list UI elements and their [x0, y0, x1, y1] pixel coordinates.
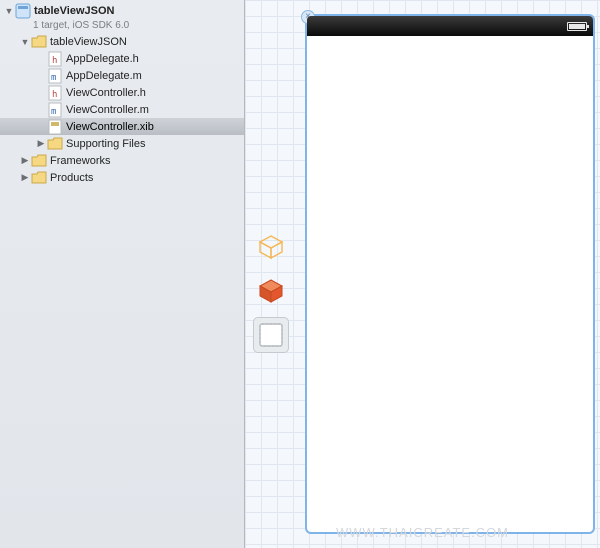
folder-label: tableViewJSON — [50, 36, 127, 48]
file-label: ViewController.xib — [66, 121, 154, 133]
file-row[interactable]: ▶ m ViewController.m — [0, 101, 244, 118]
folder-icon — [47, 136, 63, 152]
disclosure-triangle-icon[interactable]: ▶ — [36, 139, 46, 149]
file-row[interactable]: ▶ m AppDelegate.m — [0, 67, 244, 84]
dock-view-item[interactable] — [254, 318, 288, 352]
project-root-row[interactable]: ▼ tableViewJSON — [0, 2, 244, 19]
header-file-icon: h — [47, 51, 63, 67]
folder-label: Products — [50, 172, 93, 184]
iphone-status-bar — [307, 16, 593, 36]
disclosure-triangle-icon[interactable]: ▼ — [20, 37, 30, 47]
folder-label: Frameworks — [50, 155, 111, 167]
dock-placeholder-cube[interactable] — [254, 230, 288, 264]
watermark-text: WWW.THAICREATE.COM — [336, 525, 509, 540]
disclosure-triangle-icon[interactable]: ▶ — [20, 173, 30, 183]
xib-file-icon — [47, 119, 63, 135]
header-file-icon: h — [47, 85, 63, 101]
file-label: ViewController.m — [66, 104, 149, 116]
xcode-project-icon — [15, 3, 31, 19]
svg-text:h: h — [52, 90, 57, 100]
interface-builder-canvas[interactable]: × WWW.THAICREATE.COM — [245, 0, 600, 548]
file-row-selected[interactable]: ▶ ViewController.xib — [0, 118, 244, 135]
project-name-label: tableViewJSON — [34, 5, 115, 17]
disclosure-triangle-icon[interactable]: ▶ — [20, 156, 30, 166]
frameworks-row[interactable]: ▶ Frameworks — [0, 152, 244, 169]
impl-file-icon: m — [47, 68, 63, 84]
ib-dock — [251, 230, 291, 352]
dock-first-responder-cube[interactable] — [254, 274, 288, 308]
file-label: AppDelegate.h — [66, 53, 139, 65]
folder-icon — [31, 170, 47, 186]
svg-text:m: m — [51, 73, 56, 83]
group-folder-row[interactable]: ▼ tableViewJSON — [0, 33, 244, 50]
folder-icon — [31, 153, 47, 169]
file-label: AppDelegate.m — [66, 70, 142, 82]
folder-label: Supporting Files — [66, 138, 146, 150]
file-tree: ▼ tableViewJSON 1 target, iOS SDK 6.0 ▼ … — [0, 0, 244, 186]
impl-file-icon: m — [47, 102, 63, 118]
svg-text:m: m — [51, 107, 56, 117]
project-subtitle: 1 target, iOS SDK 6.0 — [0, 19, 244, 33]
file-row[interactable]: ▶ h ViewController.h — [0, 84, 244, 101]
products-row[interactable]: ▶ Products — [0, 169, 244, 186]
file-row[interactable]: ▶ h AppDelegate.h — [0, 50, 244, 67]
device-view-frame[interactable]: × — [305, 14, 595, 534]
battery-icon — [567, 22, 587, 31]
svg-text:h: h — [52, 56, 57, 66]
project-navigator: ▼ tableViewJSON 1 target, iOS SDK 6.0 ▼ … — [0, 0, 245, 548]
folder-icon — [31, 34, 47, 50]
disclosure-triangle-icon[interactable]: ▼ — [4, 6, 14, 16]
supporting-files-row[interactable]: ▶ Supporting Files — [0, 135, 244, 152]
file-label: ViewController.h — [66, 87, 146, 99]
